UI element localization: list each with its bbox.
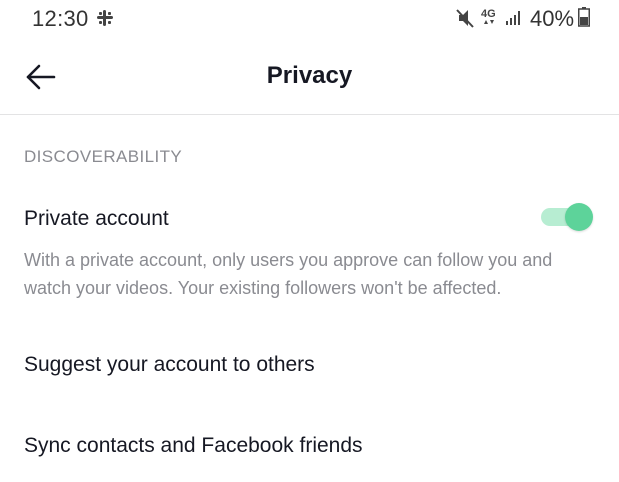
- sync-contacts-label: Sync contacts and Facebook friends: [24, 434, 363, 457]
- network-4g-icon: 4G: [481, 8, 496, 24]
- private-account-label: Private account: [24, 207, 169, 230]
- section-header-discoverability: DISCOVERABILITY: [24, 147, 183, 166]
- private-account-description: With a private account, only users you a…: [24, 250, 553, 298]
- signal-icon: [506, 11, 520, 25]
- battery-percentage: 40%: [530, 6, 575, 31]
- private-account-toggle[interactable]: [539, 203, 597, 231]
- app-header: Privacy: [0, 38, 619, 115]
- slack-icon: [97, 10, 113, 26]
- page-title: Privacy: [266, 62, 353, 89]
- toggle-thumb: [565, 203, 593, 231]
- battery-icon: [578, 7, 590, 27]
- suggest-account-label: Suggest your account to others: [24, 353, 315, 376]
- status-time: 12:30: [32, 6, 89, 31]
- mute-icon: [456, 9, 474, 28]
- status-bar: 12:30 4G 40%: [0, 0, 619, 36]
- svg-text:4G: 4G: [481, 8, 496, 20]
